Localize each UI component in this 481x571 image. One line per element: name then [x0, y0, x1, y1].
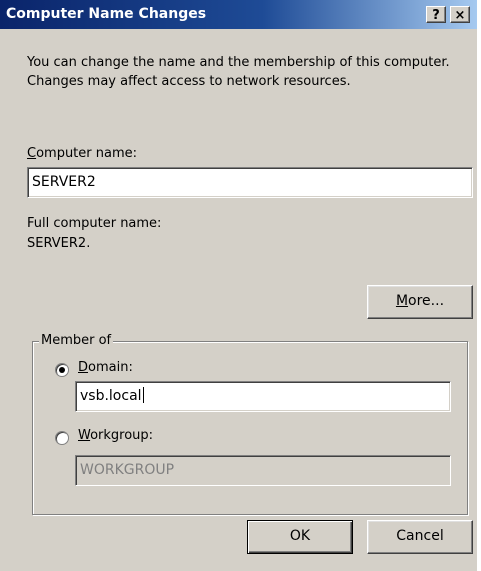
help-button[interactable]: ?	[426, 6, 446, 23]
workgroup-radio[interactable]	[55, 431, 69, 445]
radio-selected-dot	[59, 367, 65, 373]
computer-name-input[interactable]: SERVER2	[27, 167, 473, 198]
computer-name-value: SERVER2	[32, 174, 96, 190]
domain-radio[interactable]	[55, 363, 69, 377]
cancel-button[interactable]: Cancel	[367, 520, 473, 554]
ok-button[interactable]: OK	[247, 520, 353, 554]
workgroup-label[interactable]: Workgroup:	[78, 428, 153, 443]
full-computer-name-label: Full computer name:	[27, 216, 162, 231]
computer-name-label: Computer name:	[27, 146, 138, 161]
intro-text: You can change the name and the membersh…	[27, 55, 450, 89]
domain-value: vsb.local	[80, 388, 142, 404]
workgroup-value: WORKGROUP	[80, 462, 175, 478]
computer-name-changes-dialog: Computer Name Changes ? × You can change…	[0, 0, 477, 571]
more-button[interactable]: More...	[367, 285, 473, 319]
help-icon: ?	[432, 8, 440, 23]
full-computer-name-value: SERVER2.	[27, 236, 91, 251]
title-bar[interactable]: Computer Name Changes ? ×	[0, 0, 477, 29]
workgroup-input[interactable]: WORKGROUP	[75, 455, 451, 486]
close-icon: ×	[454, 8, 466, 23]
text-caret	[142, 387, 144, 403]
domain-label[interactable]: Domain:	[78, 360, 133, 375]
member-of-legend: Member of	[39, 333, 114, 348]
close-button[interactable]: ×	[450, 6, 470, 23]
domain-input[interactable]: vsb.local	[75, 381, 451, 412]
window-title: Computer Name Changes	[6, 6, 207, 22]
